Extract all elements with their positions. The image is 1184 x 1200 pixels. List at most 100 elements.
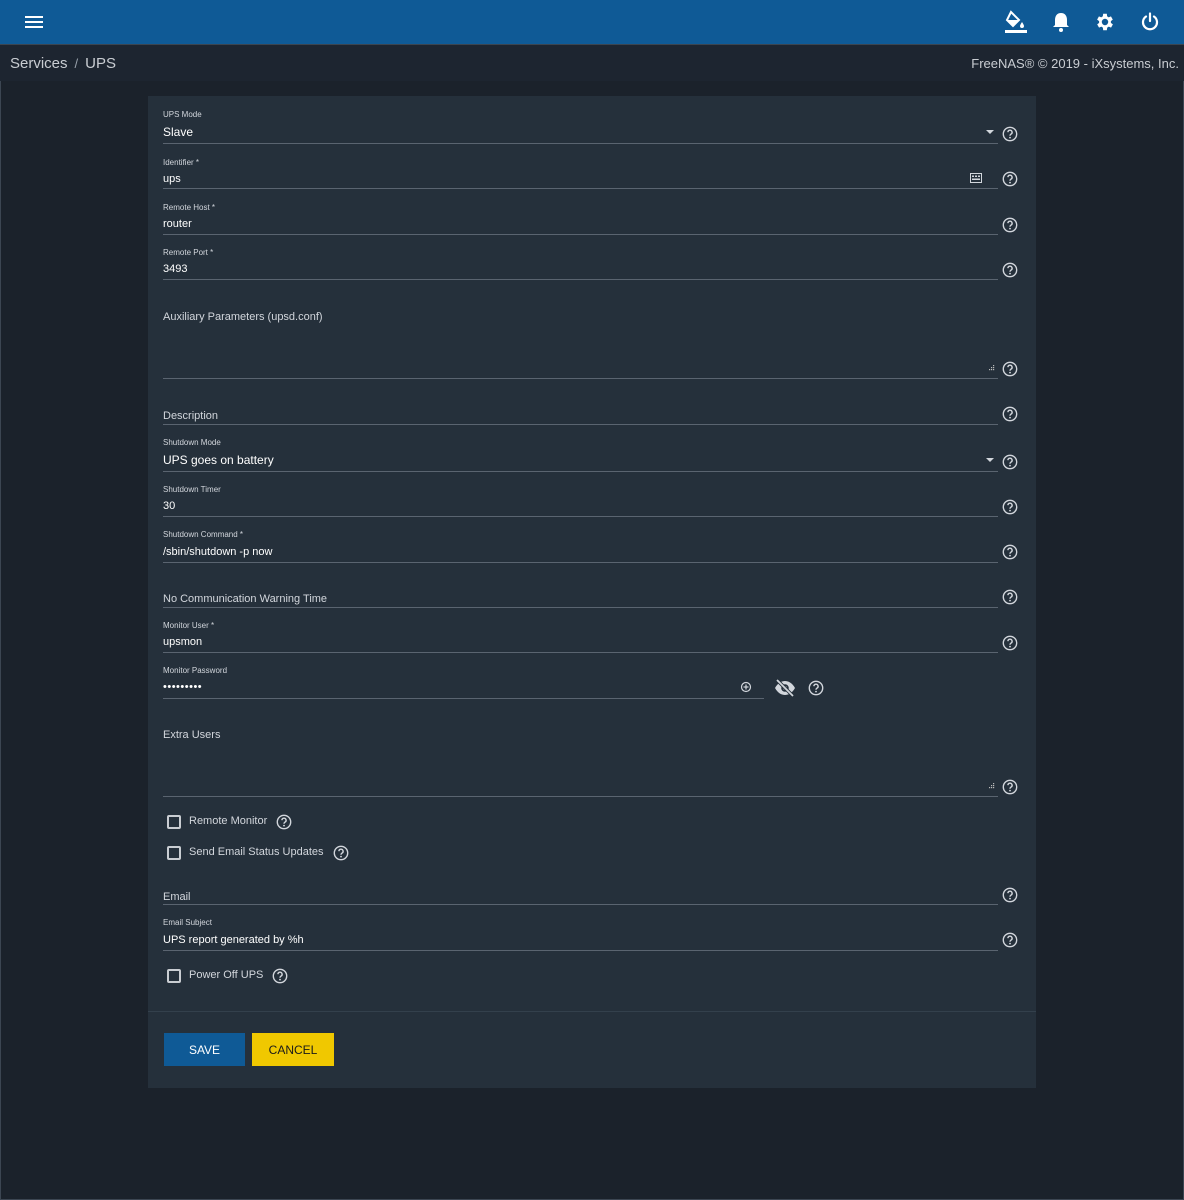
help-icon[interactable] bbox=[1002, 406, 1018, 422]
extra-users-placeholder: Extra Users bbox=[163, 729, 221, 741]
no-communication-warning-time-placeholder: No Communication Warning Time bbox=[163, 593, 328, 605]
auxiliary-parameters-textarea[interactable]: Auxiliary Parameters (upsd.conf) bbox=[163, 307, 998, 379]
underline bbox=[163, 143, 998, 144]
email-subject-field[interactable]: Email Subject UPS report generated by %h bbox=[163, 918, 998, 951]
description-field[interactable]: Description bbox=[163, 406, 998, 425]
send-email-status-updates-label[interactable]: Send Email Status Updates bbox=[189, 846, 324, 858]
help-icon[interactable] bbox=[808, 680, 824, 696]
no-communication-warning-time-field[interactable]: No Communication Warning Time bbox=[163, 589, 998, 608]
breadcrumb-separator: / bbox=[74, 56, 79, 71]
help-icon[interactable] bbox=[1002, 589, 1018, 605]
breadcrumb-services[interactable]: Services bbox=[10, 55, 68, 72]
power-off-ups-label[interactable]: Power Off UPS bbox=[189, 969, 263, 981]
remote-monitor-label[interactable]: Remote Monitor bbox=[189, 815, 267, 827]
remote-host-label: Remote Host * bbox=[163, 203, 216, 212]
email-placeholder: Email bbox=[163, 891, 191, 903]
help-icon[interactable] bbox=[1002, 171, 1018, 187]
help-icon[interactable] bbox=[1002, 217, 1018, 233]
shutdown-mode-select[interactable]: Shutdown Mode UPS goes on battery bbox=[163, 438, 998, 472]
help-icon[interactable] bbox=[1002, 635, 1018, 651]
underline bbox=[163, 562, 998, 563]
remote-port-label: Remote Port * bbox=[163, 248, 214, 257]
form-divider bbox=[148, 1011, 1036, 1012]
help-icon[interactable] bbox=[1002, 126, 1018, 142]
extra-users-textarea[interactable]: Extra Users bbox=[163, 725, 998, 797]
underline bbox=[163, 188, 998, 189]
help-icon[interactable] bbox=[1002, 779, 1018, 795]
help-icon[interactable] bbox=[1002, 499, 1018, 515]
keyboard-icon[interactable] bbox=[970, 173, 982, 183]
gear-icon[interactable] bbox=[1093, 10, 1117, 34]
power-icon[interactable] bbox=[1138, 10, 1162, 34]
underline bbox=[163, 471, 998, 472]
help-icon[interactable] bbox=[1002, 932, 1018, 948]
underline bbox=[163, 424, 998, 425]
bell-icon[interactable] bbox=[1049, 10, 1073, 34]
email-subject-value: UPS report generated by %h bbox=[163, 934, 304, 946]
ups-mode-select[interactable]: UPS Mode Slave bbox=[163, 110, 998, 144]
underline bbox=[163, 279, 998, 280]
shutdown-mode-label: Shutdown Mode bbox=[163, 438, 221, 447]
email-subject-label: Email Subject bbox=[163, 918, 212, 927]
shutdown-mode-value: UPS goes on battery bbox=[163, 453, 274, 467]
underline bbox=[163, 796, 998, 797]
description-placeholder: Description bbox=[163, 410, 219, 422]
shutdown-command-label: Shutdown Command * bbox=[163, 530, 244, 539]
remote-host-value: router bbox=[163, 218, 192, 230]
auxiliary-parameters-placeholder: Auxiliary Parameters (upsd.conf) bbox=[163, 311, 323, 323]
top-toolbar bbox=[0, 0, 1184, 44]
underline bbox=[163, 950, 998, 951]
identifier-label: Identifier * bbox=[163, 158, 200, 167]
shutdown-timer-field[interactable]: Shutdown Timer 30 bbox=[163, 485, 998, 517]
send-email-status-updates-checkbox[interactable] bbox=[167, 846, 181, 860]
help-icon[interactable] bbox=[1002, 454, 1018, 470]
help-icon[interactable] bbox=[1002, 262, 1018, 278]
ups-mode-value: Slave bbox=[163, 125, 194, 139]
underline bbox=[163, 607, 998, 608]
copyright-text: FreeNAS® © 2019 - iXsystems, Inc. bbox=[971, 56, 1179, 71]
help-icon[interactable] bbox=[1002, 361, 1018, 377]
breadcrumb-bar: Services / UPS FreeNAS® © 2019 - iXsystems… bbox=[0, 44, 1184, 81]
monitor-user-field[interactable]: Monitor User * upsmon bbox=[163, 621, 998, 653]
eye-off-icon[interactable] bbox=[774, 679, 796, 697]
identifier-field[interactable]: Identifier * ups bbox=[163, 158, 998, 190]
help-icon[interactable] bbox=[276, 814, 292, 830]
breadcrumb-ups: UPS bbox=[85, 55, 116, 72]
power-off-ups-checkbox[interactable] bbox=[167, 969, 181, 983]
ups-mode-label: UPS Mode bbox=[163, 110, 202, 119]
monitor-password-value: ••••••••• bbox=[163, 681, 203, 693]
underline bbox=[163, 904, 998, 905]
remote-port-value: 3493 bbox=[163, 263, 188, 275]
underline bbox=[163, 652, 998, 653]
chevron-down-icon[interactable] bbox=[986, 130, 994, 134]
underline bbox=[163, 234, 998, 235]
monitor-password-label: Monitor Password bbox=[163, 666, 228, 675]
paint-bucket-icon[interactable] bbox=[1004, 10, 1028, 34]
help-icon[interactable] bbox=[333, 845, 349, 861]
help-icon[interactable] bbox=[272, 968, 288, 984]
resize-handle-icon[interactable] bbox=[989, 365, 995, 371]
remote-monitor-checkbox[interactable] bbox=[167, 815, 181, 829]
identifier-value: ups bbox=[163, 173, 181, 185]
help-icon[interactable] bbox=[1002, 887, 1018, 903]
remote-port-field[interactable]: Remote Port * 3493 bbox=[163, 248, 998, 280]
breadcrumb: Services / UPS bbox=[10, 55, 116, 72]
shutdown-timer-value: 30 bbox=[163, 500, 176, 512]
hamburger-menu-icon[interactable] bbox=[22, 10, 46, 34]
shutdown-command-field[interactable]: Shutdown Command * /sbin/shutdown -p now bbox=[163, 530, 998, 563]
generate-password-icon[interactable] bbox=[740, 681, 752, 693]
cancel-button[interactable]: CANCEL bbox=[252, 1033, 334, 1066]
save-button[interactable]: SAVE bbox=[164, 1033, 245, 1066]
email-field[interactable]: Email bbox=[163, 887, 998, 906]
remote-host-field[interactable]: Remote Host * router bbox=[163, 203, 998, 235]
help-icon[interactable] bbox=[1002, 544, 1018, 560]
shutdown-command-value: /sbin/shutdown -p now bbox=[163, 546, 273, 558]
underline bbox=[163, 516, 998, 517]
underline bbox=[163, 378, 998, 379]
resize-handle-icon[interactable] bbox=[989, 783, 995, 789]
chevron-down-icon[interactable] bbox=[986, 458, 994, 462]
monitor-user-label: Monitor User * bbox=[163, 621, 215, 630]
monitor-password-field[interactable]: Monitor Password ••••••••• bbox=[163, 666, 764, 699]
monitor-user-value: upsmon bbox=[163, 636, 203, 648]
shutdown-timer-label: Shutdown Timer bbox=[163, 485, 221, 494]
